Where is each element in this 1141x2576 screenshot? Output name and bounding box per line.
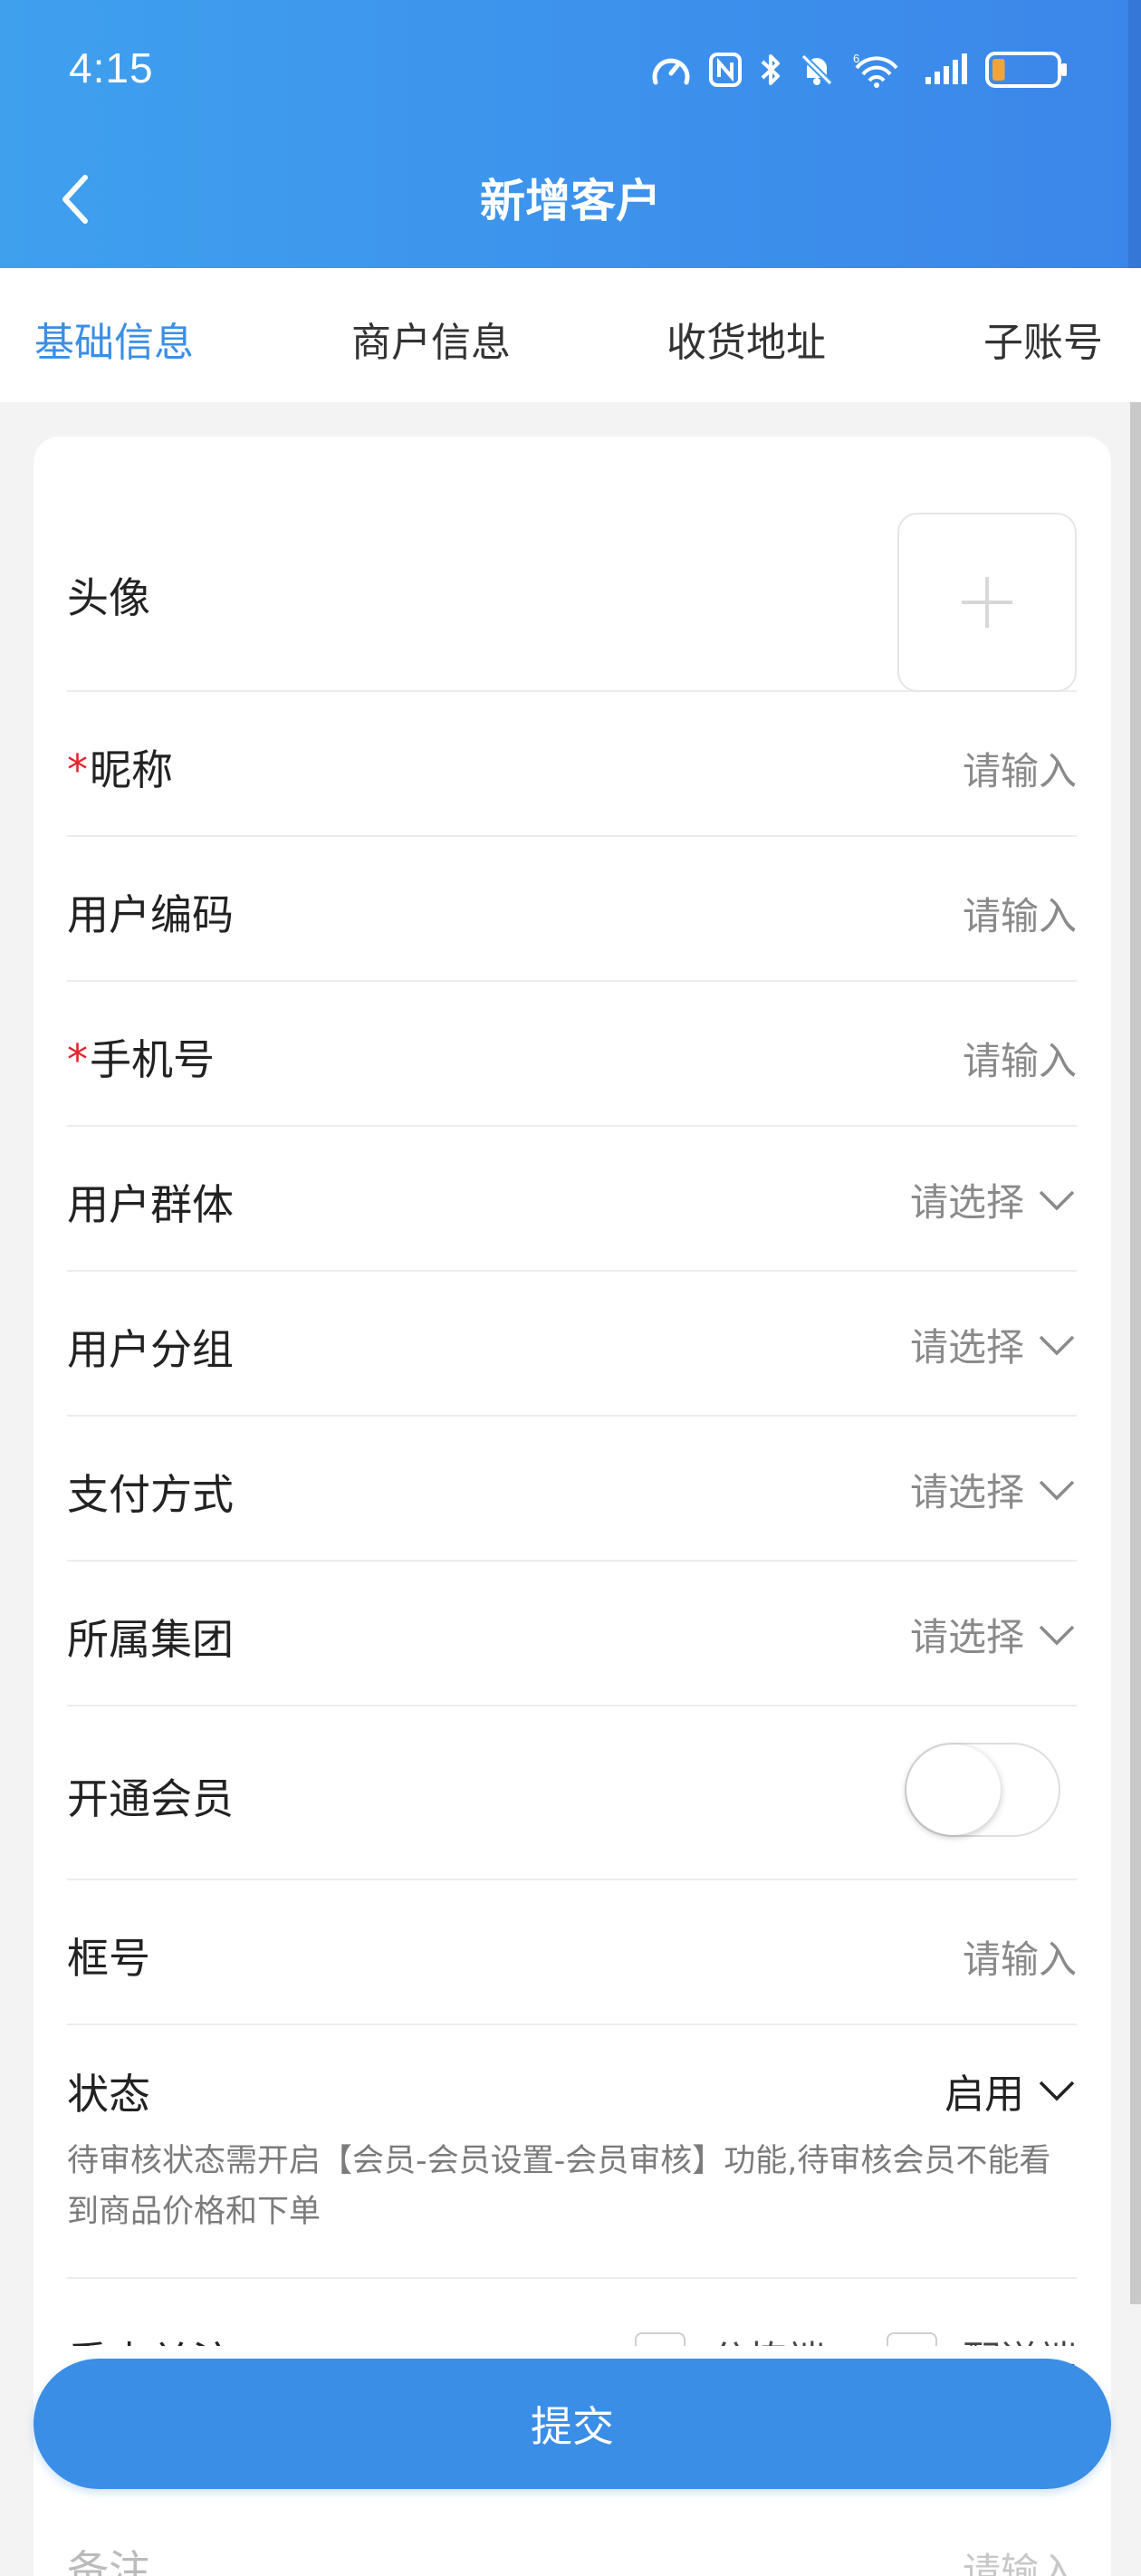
tab-sub-account[interactable]: 子账号 — [983, 310, 1103, 368]
phone-label: *手机号 — [67, 1027, 215, 1087]
avatar-upload-button[interactable] — [897, 513, 1077, 692]
chevron-down-icon — [1039, 2081, 1075, 2101]
nickname-label: *昵称 — [67, 737, 173, 797]
chevron-down-icon — [1039, 1190, 1075, 1210]
avatar-row: 头像 — [67, 475, 1077, 692]
company-row[interactable]: 所属集团 请选择 — [67, 1562, 1077, 1706]
user-group-select[interactable]: 请选择 — [910, 1317, 1077, 1372]
remark-input[interactable]: 请输入 — [963, 2542, 1077, 2576]
user-group-row[interactable]: 用户分组 请选择 — [67, 1272, 1077, 1417]
payment-select[interactable]: 请选择 — [910, 1462, 1077, 1517]
company-label: 所属集团 — [67, 1615, 234, 1664]
status-select[interactable]: 启用 — [944, 2062, 1077, 2119]
user-code-input[interactable]: 请输入 — [963, 886, 1077, 941]
bluetooth-icon — [761, 54, 780, 85]
chevron-down-icon — [1039, 1335, 1075, 1355]
battery-icon — [985, 52, 1067, 88]
nfc-icon — [709, 53, 742, 87]
chevron-down-icon — [1039, 1625, 1075, 1645]
tab-bar: 基础信息 商户信息 收货地址 子账号 — [0, 268, 1141, 402]
submit-button[interactable]: 提交 — [34, 2359, 1111, 2489]
status-hint: 待审核状态需开启【会员-会员设置-会员审核】功能,待审核会员不能看到商品价格和下… — [67, 2143, 1051, 2230]
plus-icon — [962, 577, 1012, 628]
nickname-row[interactable]: *昵称 请输入 — [67, 692, 1077, 837]
avatar-label: 头像 — [67, 573, 150, 622]
wifi-6-icon: 6 — [853, 52, 898, 88]
signal-icon — [925, 53, 967, 84]
tab-shipping-address[interactable]: 收货地址 — [666, 310, 826, 368]
company-select[interactable]: 请选择 — [910, 1607, 1077, 1662]
app-header: 4:15 6 新增客户 — [0, 0, 1141, 268]
remark-row[interactable]: 备注 请输入 — [67, 2493, 1077, 2576]
user-code-row[interactable]: 用户编码 请输入 — [67, 837, 1077, 982]
battery-level — [992, 59, 1005, 81]
frame-no-label: 框号 — [67, 1934, 150, 1983]
nickname-label-text: 昵称 — [90, 745, 173, 794]
membership-toggle[interactable] — [905, 1743, 1060, 1837]
status-label: 状态 — [67, 2070, 150, 2119]
scrollbar[interactable] — [1130, 402, 1141, 2304]
phone-label-text: 手机号 — [90, 1035, 215, 1084]
tab-basic-info[interactable]: 基础信息 — [34, 310, 194, 368]
edge-strip — [1128, 0, 1141, 268]
page-title: 新增客户 — [480, 175, 661, 227]
tab-merchant-info[interactable]: 商户信息 — [351, 310, 511, 368]
user-group-type-label: 用户群体 — [67, 1180, 234, 1229]
user-code-label: 用户编码 — [67, 890, 234, 939]
status-icons: 6 — [650, 47, 1069, 92]
status-value: 启用 — [944, 2071, 1024, 2118]
required-mark: * — [67, 745, 88, 794]
frame-no-row[interactable]: 框号 请输入 — [67, 1880, 1077, 2025]
user-group-type-row[interactable]: 用户群体 请选择 — [67, 1127, 1077, 1272]
user-group-value: 请选择 — [909, 1325, 1024, 1370]
status-row: 状态 启用 待审核状态需开启【会员-会员设置-会员审核】功能,待审核会员不能看到… — [67, 2025, 1077, 2279]
membership-label: 开通会员 — [67, 1774, 234, 1823]
nickname-input[interactable]: 请输入 — [963, 741, 1077, 796]
mute-bell-icon — [801, 53, 833, 86]
required-mark: * — [67, 1035, 88, 1084]
remark-label: 备注 — [67, 2546, 150, 2576]
status-time: 4:15 — [69, 44, 154, 91]
chevron-down-icon — [1039, 1480, 1075, 1500]
user-group-type-value: 请选择 — [909, 1180, 1024, 1225]
user-group-type-select[interactable]: 请选择 — [910, 1172, 1077, 1227]
form-card: 头像 *昵称 请输入 用户编码 请输入 *手机号 请输入 用户群体 请选择 用户… — [34, 437, 1111, 2576]
phone-row[interactable]: *手机号 请输入 — [67, 982, 1077, 1127]
user-group-label: 用户分组 — [67, 1325, 234, 1374]
payment-row[interactable]: 支付方式 请选择 — [67, 1417, 1077, 1562]
payment-value: 请选择 — [909, 1470, 1024, 1514]
company-value: 请选择 — [909, 1615, 1024, 1659]
frame-no-input[interactable]: 请输入 — [963, 1929, 1077, 1985]
payment-label: 支付方式 — [67, 1470, 234, 1519]
phone-input[interactable]: 请输入 — [963, 1031, 1077, 1086]
speed-icon — [652, 58, 690, 85]
toggle-knob — [906, 1745, 1001, 1835]
membership-row: 开通会员 — [67, 1706, 1077, 1880]
